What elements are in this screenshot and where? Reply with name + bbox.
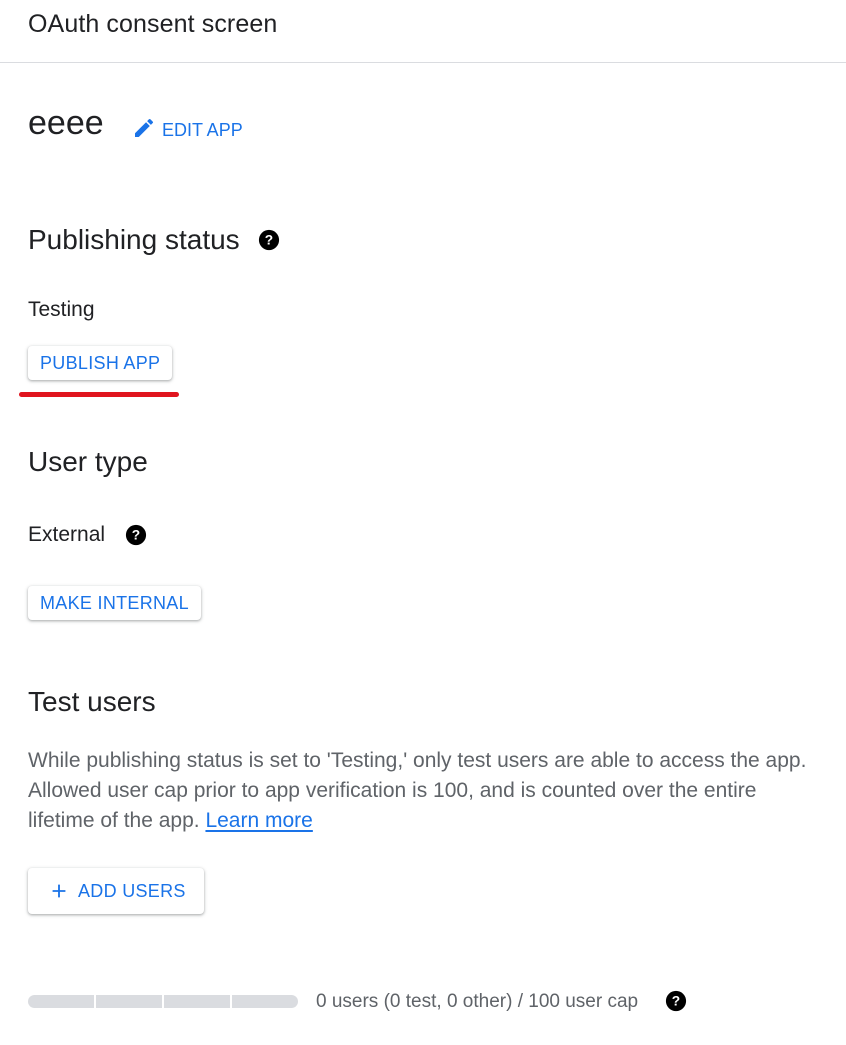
pencil-icon — [132, 116, 156, 145]
progress-segment — [164, 995, 230, 1008]
make-internal-button[interactable]: MAKE INTERNAL — [28, 586, 201, 620]
test-users-description-text: While publishing status is set to 'Testi… — [28, 749, 807, 832]
help-icon[interactable]: ? — [125, 524, 147, 546]
help-icon[interactable]: ? — [665, 990, 687, 1012]
page-title: OAuth consent screen — [28, 10, 278, 38]
user-type-row: External ? — [28, 523, 147, 547]
highlight-underline — [19, 392, 179, 397]
publishing-status-value: Testing — [28, 298, 95, 321]
svg-text:?: ? — [672, 994, 680, 1009]
top-bar: OAuth consent screen — [0, 0, 846, 63]
user-type-value: External — [28, 523, 106, 546]
publishing-status-title: Publishing status — [28, 224, 240, 255]
help-icon[interactable]: ? — [258, 229, 280, 251]
progress-segment — [232, 995, 298, 1008]
user-cap-progress-bar — [28, 995, 298, 1008]
publishing-status-heading: Publishing status ? — [28, 224, 280, 256]
add-users-button[interactable]: ADD USERS — [28, 868, 204, 914]
test-users-description: While publishing status is set to 'Testi… — [28, 746, 818, 836]
progress-segment — [28, 995, 94, 1008]
edit-app-button[interactable]: EDIT APP — [132, 116, 243, 145]
user-cap-text: 0 users (0 test, 0 other) / 100 user cap — [316, 991, 639, 1012]
plus-icon — [48, 880, 70, 902]
progress-segment — [96, 995, 162, 1008]
app-name: eeee — [28, 104, 104, 142]
svg-text:?: ? — [132, 528, 140, 543]
svg-text:?: ? — [264, 233, 272, 248]
publish-app-button[interactable]: PUBLISH APP — [28, 346, 173, 380]
add-users-label: ADD USERS — [78, 880, 186, 901]
test-users-title: Test users — [28, 686, 156, 717]
edit-app-label: EDIT APP — [162, 120, 243, 140]
user-type-title: User type — [28, 446, 148, 477]
learn-more-link[interactable]: Learn more — [205, 809, 312, 832]
